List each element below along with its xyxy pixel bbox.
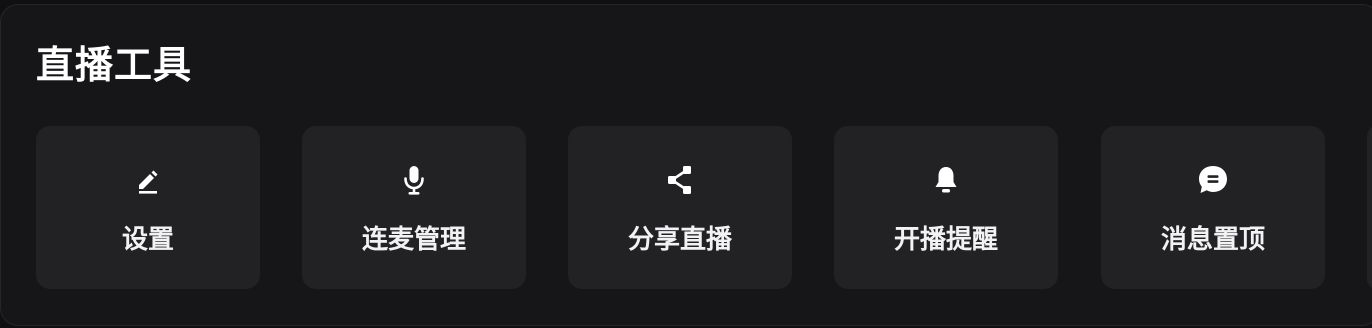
tool-label: 分享直播 — [627, 225, 732, 255]
pin-message-button[interactable]: 消息置顶 — [1101, 126, 1325, 289]
bell-icon — [928, 162, 964, 198]
share-live-button[interactable]: 分享直播 — [568, 126, 792, 289]
tool-label: 设置 — [121, 225, 174, 255]
live-reminder-button[interactable]: 开播提醒 — [834, 126, 1058, 289]
next-tool-tile-partial[interactable] — [1367, 126, 1372, 289]
mic-link-management-button[interactable]: 连麦管理 — [302, 126, 526, 289]
tool-label: 开播提醒 — [893, 225, 998, 255]
share-icon — [662, 162, 698, 198]
tool-label: 连麦管理 — [361, 225, 466, 255]
panel-title: 直播工具 — [36, 43, 193, 87]
live-tools-panel: 直播工具 设置 连麦管理 分享直播 开播提醒 消息置顶 — [0, 4, 1372, 326]
edit-icon — [130, 162, 166, 198]
tool-label: 消息置顶 — [1160, 225, 1265, 255]
microphone-icon — [396, 162, 432, 198]
settings-button[interactable]: 设置 — [36, 126, 260, 289]
chat-bubble-icon — [1195, 162, 1231, 198]
